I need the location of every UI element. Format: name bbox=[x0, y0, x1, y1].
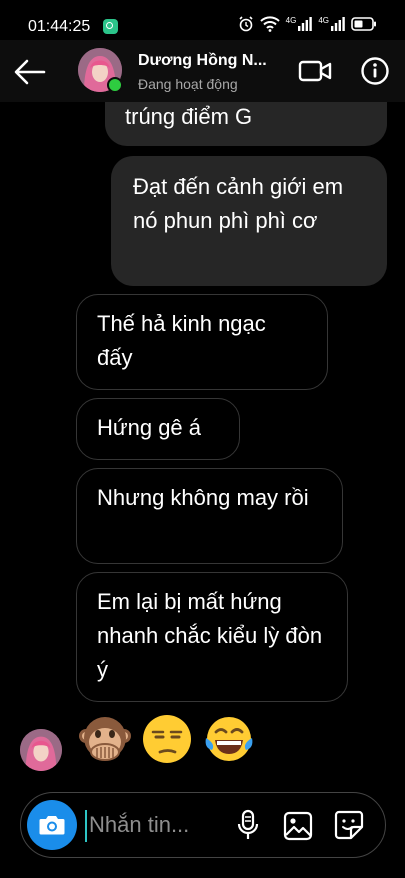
emoji-message[interactable] bbox=[78, 712, 256, 766]
battery-icon bbox=[351, 17, 376, 31]
alarm-icon bbox=[239, 16, 253, 32]
sticker-icon[interactable] bbox=[333, 809, 365, 841]
gallery-icon[interactable] bbox=[283, 811, 313, 841]
camera-icon bbox=[39, 816, 65, 835]
sender-avatar[interactable] bbox=[20, 729, 62, 771]
online-indicator bbox=[107, 77, 123, 93]
message-composer: Nhắn tin... bbox=[20, 792, 386, 858]
signal-icon bbox=[298, 17, 313, 31]
back-arrow-icon[interactable] bbox=[12, 54, 48, 90]
signal-icon bbox=[331, 17, 345, 31]
video-call-icon[interactable] bbox=[298, 58, 332, 84]
message-received[interactable]: Nhưng không may rồi bbox=[76, 468, 343, 564]
contact-avatar[interactable] bbox=[78, 48, 123, 93]
signal-2: 4G bbox=[318, 17, 345, 31]
message-input[interactable]: Nhắn tin... bbox=[85, 810, 239, 842]
unamused-face-icon bbox=[143, 715, 191, 763]
activity-status: Đang hoạt động bbox=[138, 76, 238, 92]
message-text: Hứng gê á bbox=[97, 415, 202, 440]
chat-header: Dương Hồng N... Đang hoạt động bbox=[0, 40, 405, 102]
contact-name[interactable]: Dương Hồng N... bbox=[138, 52, 278, 70]
message-text: Em lại bị mất hứng nhanh chắc kiểu lỳ đò… bbox=[97, 589, 323, 682]
message-text: trúng điểm G bbox=[125, 104, 253, 129]
message-received[interactable]: Hứng gê á bbox=[76, 398, 240, 460]
info-icon[interactable] bbox=[360, 56, 390, 86]
signal-1: 4G bbox=[286, 17, 313, 31]
message-received[interactable]: Thế hả kinh ngạc đấy bbox=[76, 294, 328, 390]
notification-icon bbox=[103, 19, 118, 34]
message-text: Đạt đến cảnh giới em nó phun phì phì cơ bbox=[133, 174, 344, 233]
camera-button[interactable] bbox=[27, 800, 77, 850]
speak-no-evil-monkey-icon bbox=[79, 717, 131, 761]
face-with-tears-of-joy-icon bbox=[205, 717, 253, 761]
avatar-image bbox=[20, 729, 62, 771]
message-sent[interactable]: Đạt đến cảnh giới em nó phun phì phì cơ bbox=[111, 156, 387, 286]
message-text: Nhưng không may rồi bbox=[97, 485, 309, 510]
status-time: 01:44:25 bbox=[28, 18, 91, 35]
status-bar: 01:44:25 4G 4G bbox=[0, 0, 405, 40]
message-received[interactable]: Em lại bị mất hứng nhanh chắc kiểu lỳ đò… bbox=[76, 572, 348, 702]
wifi-icon bbox=[259, 16, 280, 32]
microphone-icon[interactable] bbox=[235, 809, 261, 843]
message-text: Thế hả kinh ngạc đấy bbox=[97, 311, 266, 370]
